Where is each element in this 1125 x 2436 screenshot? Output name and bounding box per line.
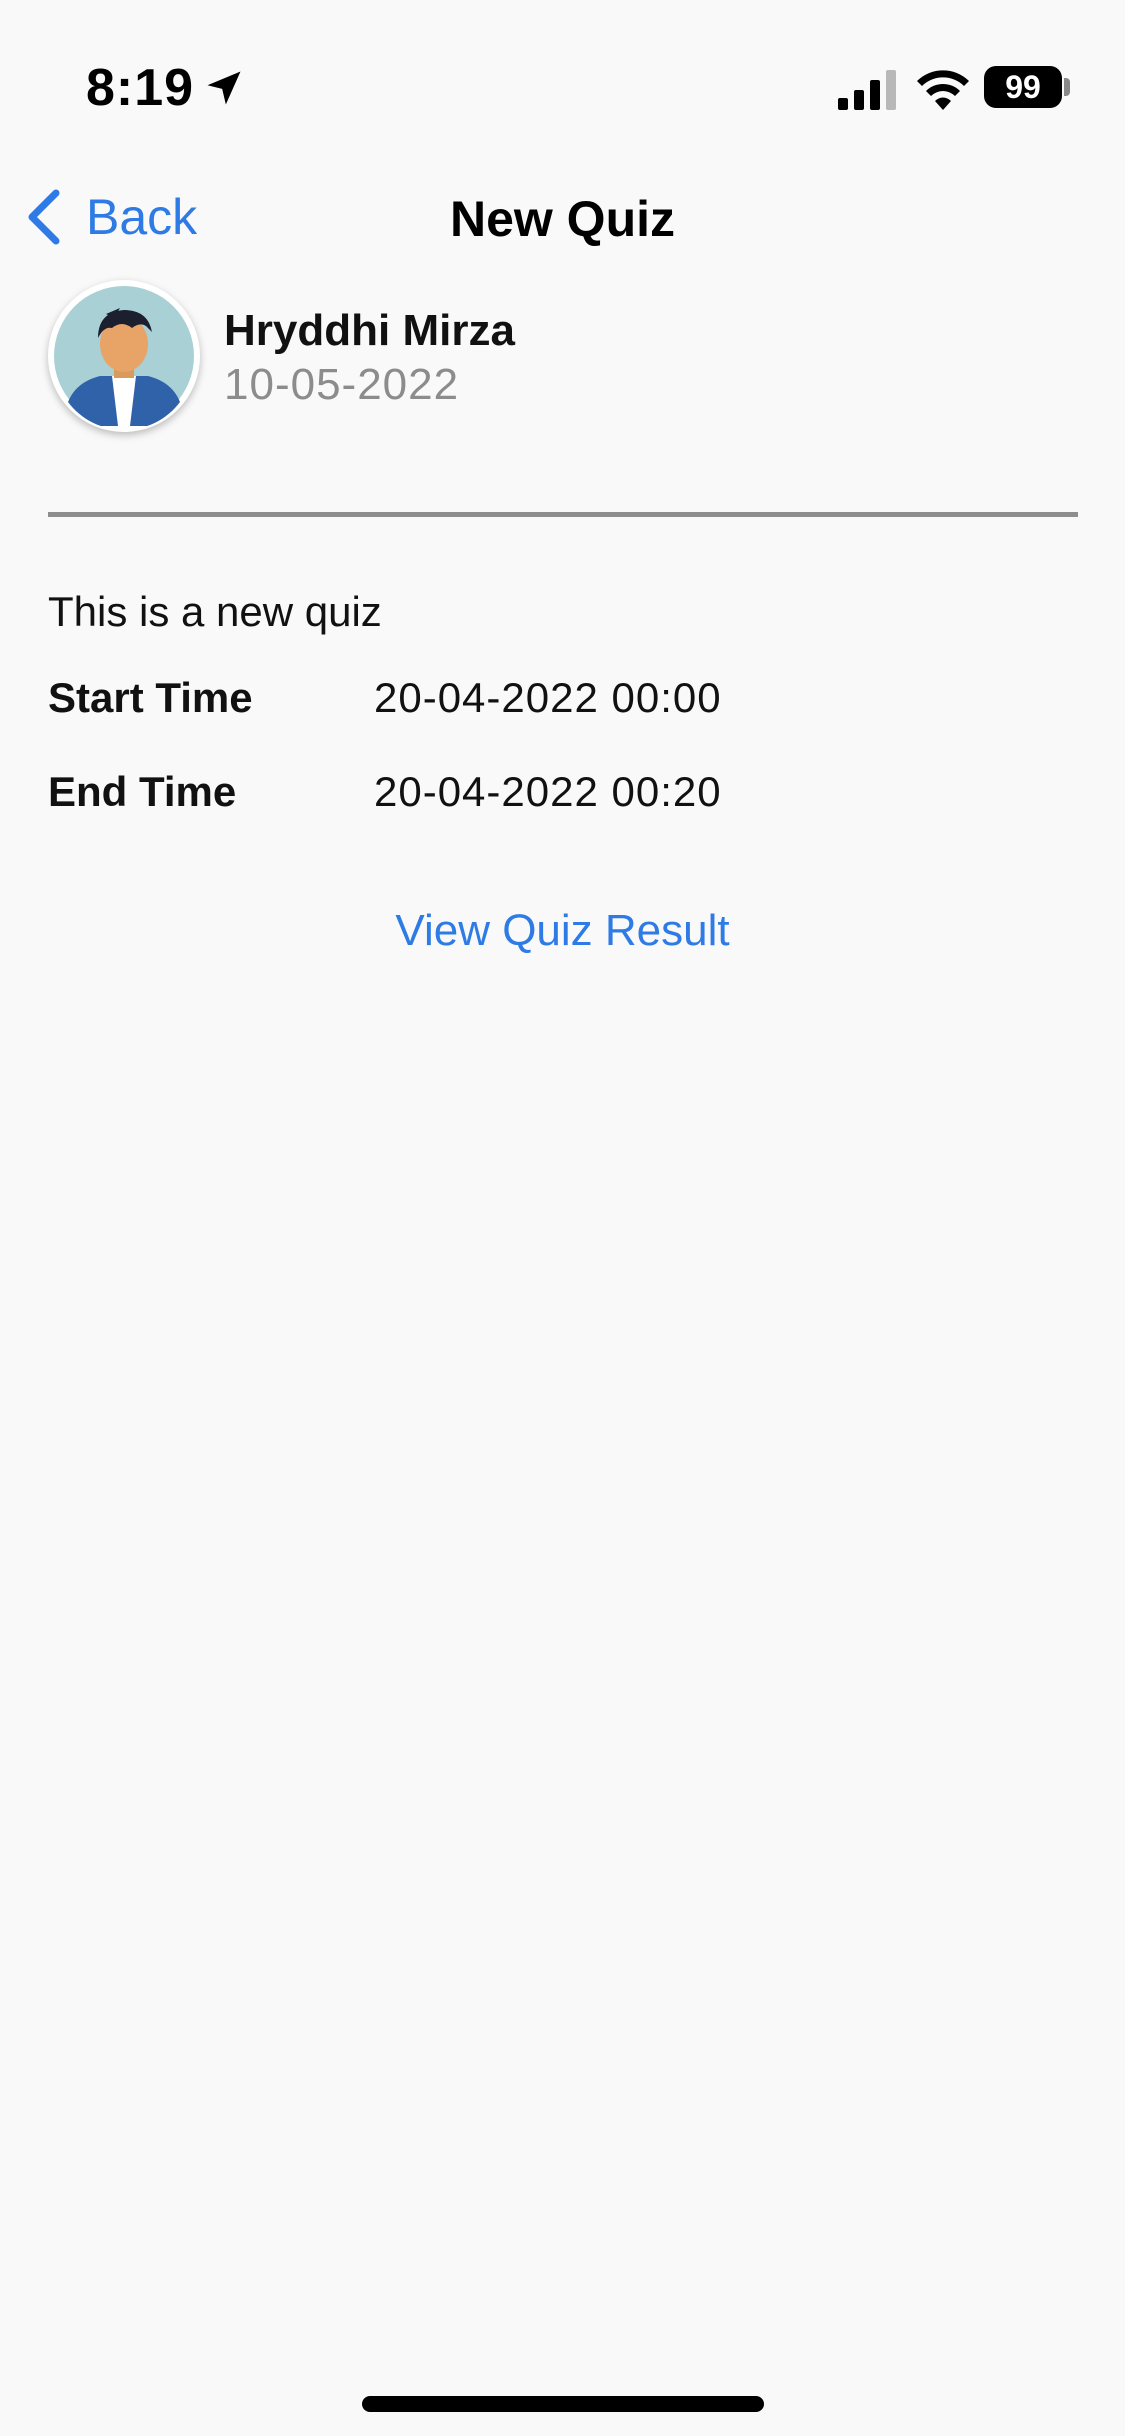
status-time: 8:19: [86, 59, 195, 117]
end-time-value: 20-04-2022 00:20: [374, 768, 722, 815]
status-bar: 8:19 99: [0, 0, 1125, 150]
battery-tip: [1064, 78, 1070, 96]
author-header: Hryddhi Mirza 10-05-2022: [48, 280, 1078, 440]
divider: [48, 512, 1078, 517]
user-avatar-icon: [54, 286, 194, 426]
post-date: 10-05-2022: [224, 360, 460, 409]
author-name: Hryddhi Mirza: [224, 306, 515, 355]
start-time-label: Start Time: [48, 674, 253, 721]
battery-level: 99: [1005, 68, 1041, 105]
quiz-description: This is a new quiz: [48, 588, 382, 635]
view-quiz-result-button[interactable]: View Quiz Result: [0, 906, 1125, 956]
cellular-signal-icon: [838, 70, 896, 110]
home-indicator[interactable]: [362, 2396, 764, 2412]
battery-icon: 99: [984, 66, 1062, 108]
start-time-row: Start Time 20-04-2022 00:00: [48, 674, 1078, 734]
end-time-row: End Time 20-04-2022 00:20: [48, 768, 1078, 828]
end-time-label: End Time: [48, 768, 237, 815]
location-arrow-icon: [207, 71, 241, 105]
page-title: New Quiz: [449, 191, 676, 247]
avatar: [48, 280, 200, 432]
start-time-value: 20-04-2022 00:00: [374, 674, 722, 721]
wifi-icon: [917, 70, 969, 110]
navigation-bar: Back New Quiz: [0, 170, 1125, 264]
